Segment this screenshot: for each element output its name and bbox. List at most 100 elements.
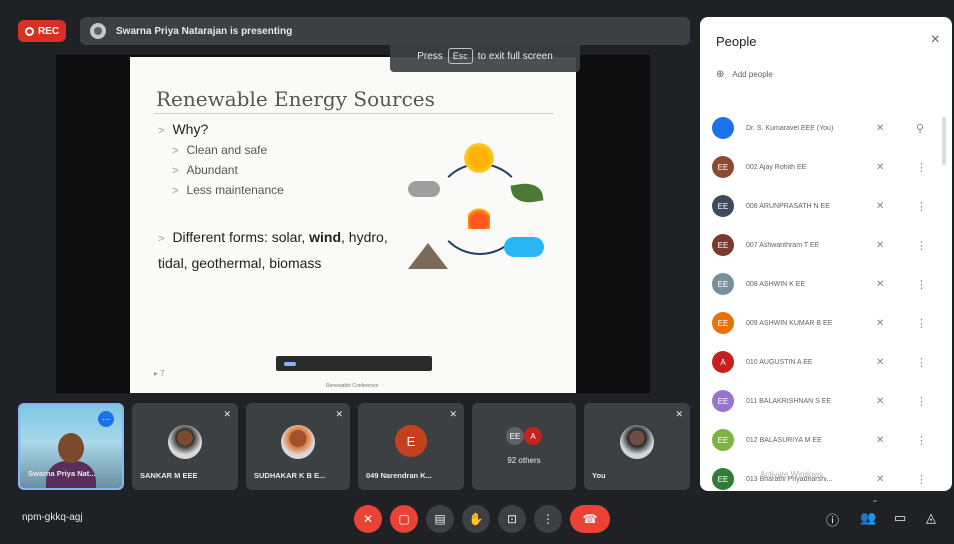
mic-off-icon[interactable]: ✕ [876, 396, 884, 407]
avatar: EE [712, 429, 734, 451]
avatar: EE [712, 312, 734, 334]
bullet-arrow-icon: > [172, 165, 179, 177]
tile-name: SUDHAKAR K B E... [254, 471, 326, 480]
rec-label: REC [37, 25, 60, 37]
presenting-text: Swarna Priya Natarajan is presenting [116, 25, 293, 37]
captions-button[interactable]: ▤ [426, 505, 454, 533]
avatar: EE [712, 468, 734, 490]
hand-icon: ✋ [468, 512, 484, 526]
more-vert-icon[interactable]: ⋮ [916, 434, 927, 447]
participant-name: 008 ASHWIN K EE [746, 280, 806, 288]
mic-off-button[interactable]: ✕ [354, 505, 382, 533]
forms-bold: wind [309, 229, 342, 245]
avatar [168, 425, 202, 459]
mic-off-icon[interactable]: ✕ [876, 474, 884, 485]
mic-off-icon: ✕ [335, 409, 343, 419]
info-icon[interactable]: ⓘ [826, 510, 839, 529]
pin-icon[interactable]: ⚲ [916, 122, 924, 135]
present-icon: ⊡ [506, 512, 518, 526]
participant-row[interactable]: EE 011 BALAKRISHNAN S EE ✕ ⋮ [712, 388, 944, 414]
participant-row[interactable]: Dr. S. Kumaravel EEE (You) ✕ ⚲ [712, 115, 944, 141]
more-vert-icon[interactable]: ⋮ [916, 317, 927, 330]
mic-off-icon[interactable]: ✕ [876, 318, 884, 329]
participant-tile[interactable]: ✕ E 049 Narendran K... [358, 403, 464, 490]
leave-call-button[interactable]: ☎ [570, 505, 610, 533]
participant-tile[interactable]: ✕ SANKAR M EEE [132, 403, 238, 490]
bullet-reason: > Clean and safe [172, 143, 267, 157]
participant-row[interactable]: EE 013 Bharathi Priyadharshi... ✕ ⋮ [712, 466, 944, 491]
bullet-arrow-icon: > [172, 145, 179, 157]
mic-off-icon[interactable]: ✕ [876, 123, 884, 134]
tip-suffix: to exit full screen [477, 50, 553, 62]
participant-row[interactable]: A 010 AUGUSTIN A EE ✕ ⋮ [712, 349, 944, 375]
mic-off-icon[interactable]: ✕ [876, 201, 884, 212]
close-icon[interactable]: × [931, 31, 940, 49]
participant-row[interactable]: EE 006 ARUNPRASATH N EE ✕ ⋮ [712, 193, 944, 219]
more-vert-icon[interactable]: ⋮ [916, 356, 927, 369]
more-vert-icon[interactable]: ⋮ [916, 200, 927, 213]
tile-options-icon[interactable]: ⋯ [98, 411, 114, 427]
mic-off-icon: ✕ [362, 512, 374, 526]
participant-tile[interactable]: ✕ SUDHAKAR K B E... [246, 403, 350, 490]
chat-icon[interactable]: ▭ [894, 510, 906, 526]
bullet-why: > Why? [158, 121, 208, 137]
more-vert-icon: ⋮ [542, 512, 554, 526]
mic-off-icon[interactable]: ✕ [876, 240, 884, 251]
participant-name: 007 Ashwanthram T EE [746, 241, 820, 249]
add-people-label: Add people [732, 70, 773, 79]
slide-number: ▸ 7 [154, 369, 165, 378]
mic-off-icon[interactable]: ✕ [876, 162, 884, 173]
bullet-why-text: Why? [172, 121, 209, 137]
forms-prefix: Different forms: solar, [172, 229, 306, 245]
people-count-badge [873, 500, 877, 502]
mic-off-icon: ✕ [223, 409, 231, 419]
slide-bottom-text: Renewable Conference [326, 383, 379, 389]
more-vert-icon[interactable]: ⋮ [916, 239, 927, 252]
participant-tile-others[interactable]: EE A 92 others [472, 403, 576, 490]
mic-off-icon[interactable]: ✕ [876, 357, 884, 368]
more-options-button[interactable]: ⋮ [534, 505, 562, 533]
participant-tile-self-video[interactable]: ⋯ Swarna Priya Nat... [18, 403, 124, 490]
camera-off-button[interactable]: ▢ [390, 505, 418, 533]
mic-off-icon[interactable]: ✕ [876, 435, 884, 446]
avatar [281, 425, 315, 459]
stop-sharing-button[interactable] [284, 361, 296, 366]
activities-icon[interactable]: ◬ [926, 510, 936, 526]
energy-cycle-diagram [408, 139, 568, 279]
participant-tile-you[interactable]: ✕ You [584, 403, 690, 490]
recording-badge[interactable]: REC [18, 20, 66, 42]
fire-icon [468, 205, 490, 229]
others-avatars: EE A [506, 427, 542, 445]
raise-hand-button[interactable]: ✋ [462, 505, 490, 533]
mic-off-icon: ✕ [449, 409, 457, 419]
bullet-arrow-icon: > [172, 185, 179, 197]
avatar: A [712, 351, 734, 373]
more-vert-icon[interactable]: ⋮ [916, 395, 927, 408]
participant-name: 006 ARUNPRASATH N EE [746, 202, 830, 210]
participant-row[interactable]: EE 012 BALASURIYA M EE ✕ ⋮ [712, 427, 944, 453]
slide-title: Renewable Energy Sources [156, 87, 435, 111]
people-icon[interactable]: 👥 [860, 510, 876, 526]
avatar: A [524, 427, 542, 445]
avatar: E [395, 425, 427, 457]
more-vert-icon[interactable]: ⋮ [916, 161, 927, 174]
meeting-code: npm-gkkq-agj [22, 512, 83, 523]
avatar [620, 425, 654, 459]
more-vert-icon[interactable]: ⋮ [916, 278, 927, 291]
participant-row[interactable]: EE 009 ASHWIN KUMAR B EE ✕ ⋮ [712, 310, 944, 336]
more-vert-icon[interactable]: ⋮ [916, 473, 927, 486]
mic-off-icon[interactable]: ✕ [876, 279, 884, 290]
add-people-button[interactable]: ⊕ Add people [716, 69, 773, 80]
water-icon [504, 237, 544, 257]
participant-row[interactable]: EE 002 Ajay Rohith EE ✕ ⋮ [712, 154, 944, 180]
participant-row[interactable]: EE 008 ASHWIN K EE ✕ ⋮ [712, 271, 944, 297]
present-button[interactable]: ⊡ [498, 505, 526, 533]
watermark: Activate Windows [760, 470, 824, 479]
phone-hangup-icon: ☎ [582, 512, 598, 526]
mic-off-icon: ✕ [675, 409, 683, 419]
participant-row[interactable]: EE 007 Ashwanthram T EE ✕ ⋮ [712, 232, 944, 258]
cloud-icon [408, 181, 440, 197]
bullet-forms: > Different forms: solar, wind, hydro, ti… [158, 225, 398, 275]
sun-icon [464, 143, 494, 173]
participant-name: 010 AUGUSTIN A EE [746, 358, 813, 366]
